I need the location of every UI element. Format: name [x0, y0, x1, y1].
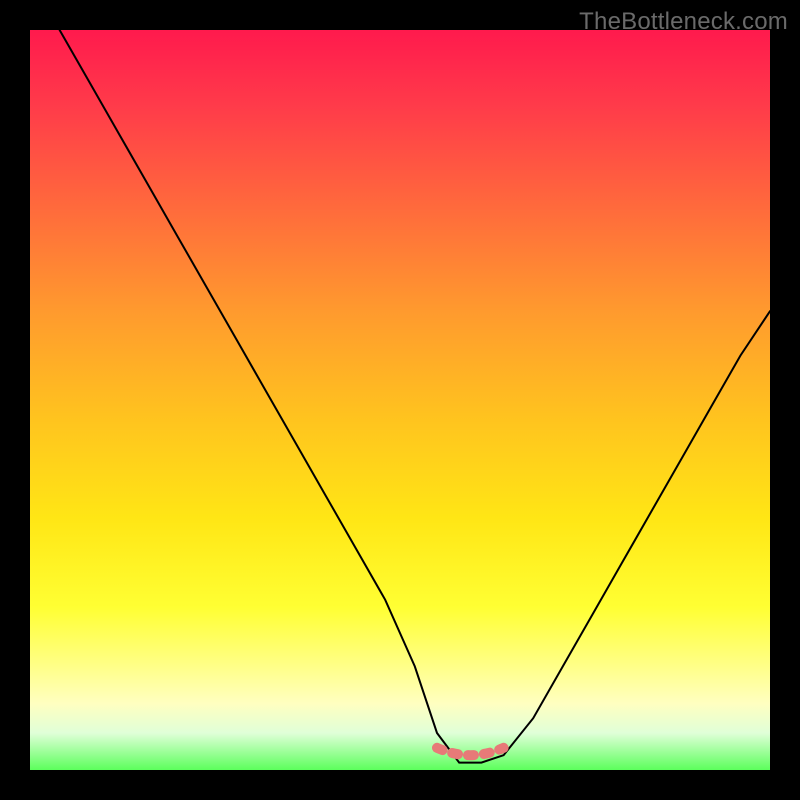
plot-area — [30, 30, 770, 770]
chart-frame: TheBottleneck.com — [0, 0, 800, 800]
valley-marker — [437, 748, 504, 755]
bottleneck-curve-svg — [30, 30, 770, 770]
watermark-text: TheBottleneck.com — [579, 8, 788, 36]
bottleneck-curve — [60, 30, 770, 763]
